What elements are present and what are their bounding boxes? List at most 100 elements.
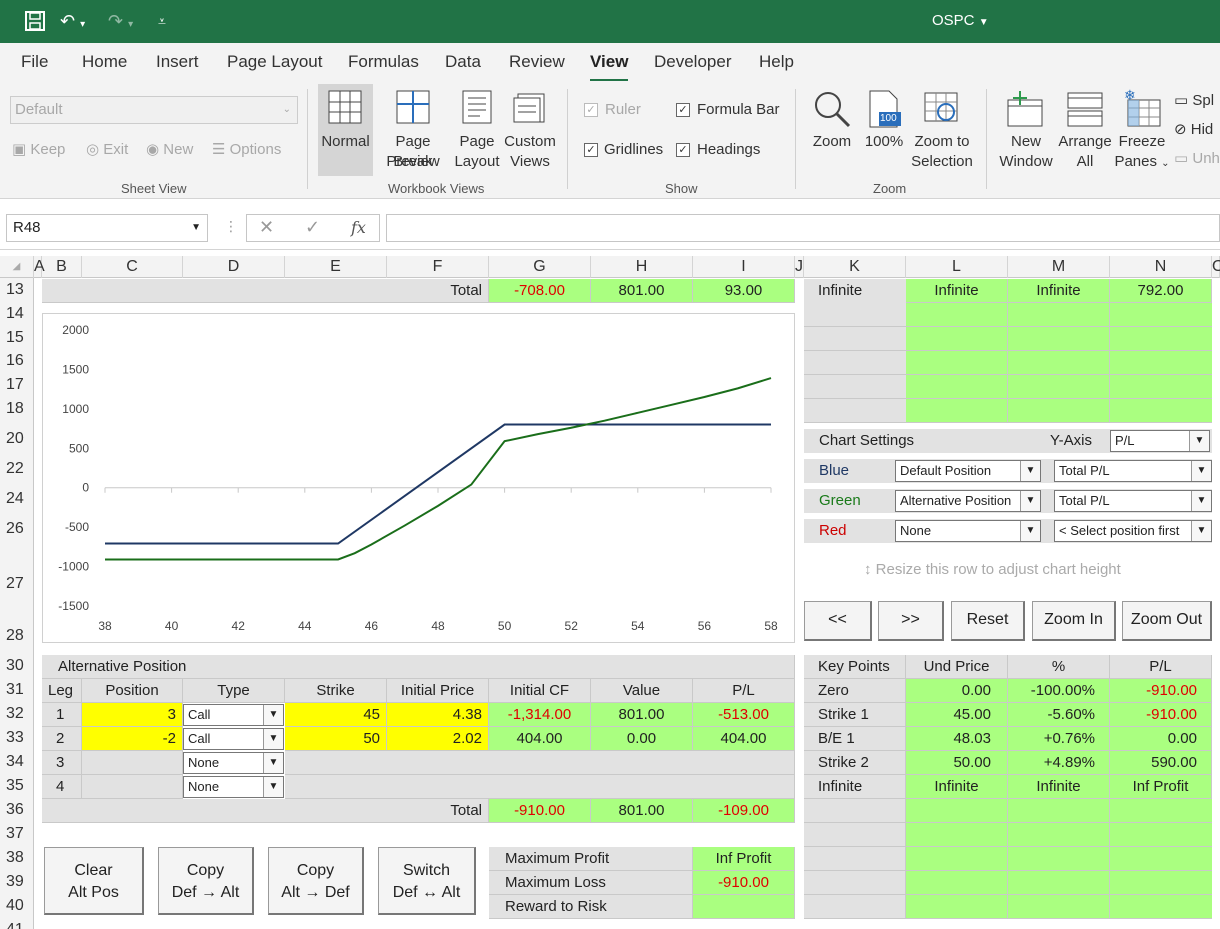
row-header[interactable]: 38 <box>0 849 34 867</box>
tab-data[interactable]: Data <box>445 52 481 72</box>
right-top-m[interactable]: Infinite <box>1008 279 1110 303</box>
zoom-right-button[interactable]: >> <box>878 601 944 641</box>
row-header[interactable]: 28 <box>0 627 34 645</box>
row-header[interactable]: 16 <box>0 352 34 370</box>
top-total-h[interactable]: 801.00 <box>591 279 693 303</box>
enter-icon[interactable]: ✓ <box>305 217 320 238</box>
leg-2-strike[interactable]: 50 <box>285 727 387 751</box>
tab-view[interactable]: View <box>590 52 629 82</box>
row-header[interactable]: 17 <box>0 376 34 394</box>
row-header[interactable]: 20 <box>0 430 34 448</box>
custom-views-button[interactable]: Custom Views <box>502 84 558 176</box>
formula-input[interactable] <box>386 214 1220 242</box>
redo-icon[interactable]: ↷ ▾ <box>108 10 133 36</box>
tab-file[interactable]: File <box>21 52 48 72</box>
options-button[interactable]: ☰ Options <box>212 140 281 160</box>
leg-3-position[interactable] <box>82 751 183 775</box>
col-header[interactable]: M <box>1008 256 1110 278</box>
ruler-checkbox[interactable]: ✓ <box>584 103 598 117</box>
col-header[interactable]: D <box>183 256 285 278</box>
row-header[interactable]: 13 <box>0 281 34 299</box>
col-header[interactable]: F <box>387 256 489 278</box>
col-header[interactable]: N <box>1110 256 1212 278</box>
gridlines-checkbox[interactable]: ✓ <box>584 143 598 157</box>
right-top-l[interactable]: Infinite <box>906 279 1008 303</box>
col-header[interactable]: B <box>42 256 82 278</box>
row-header[interactable]: 41 <box>0 921 34 929</box>
tab-page-layout[interactable]: Page Layout <box>227 52 322 72</box>
row-header[interactable]: 24 <box>0 490 34 508</box>
arrange-all-button[interactable]: Arrange All <box>1056 84 1114 176</box>
save-icon[interactable] <box>24 10 46 37</box>
row-header[interactable]: 35 <box>0 777 34 795</box>
row-header[interactable]: 33 <box>0 729 34 747</box>
hide-button[interactable]: ⊘ Hid <box>1174 120 1213 140</box>
leg-3-type-dropdown[interactable]: None ▼ <box>183 752 284 774</box>
leg-1-strike[interactable]: 45 <box>285 703 387 727</box>
leg-1-type-dropdown[interactable]: Call ▼ <box>183 704 284 726</box>
row-header[interactable]: 40 <box>0 897 34 915</box>
green-value-dropdown[interactable]: Total P/L ▼ <box>1054 490 1212 512</box>
top-total-i[interactable]: 93.00 <box>693 279 795 303</box>
leg-1-price[interactable]: 4.38 <box>387 703 489 727</box>
zoom-to-selection-button[interactable]: Zoom to Selection <box>908 84 976 176</box>
zoom-button[interactable]: Zoom <box>806 84 858 176</box>
row-header[interactable]: 18 <box>0 400 34 418</box>
blue-value-dropdown[interactable]: Total P/L ▼ <box>1054 460 1212 482</box>
col-header[interactable]: L <box>906 256 1008 278</box>
new-view-button[interactable]: ◉ New <box>146 140 193 160</box>
tab-insert[interactable]: Insert <box>156 52 199 72</box>
reset-button[interactable]: Reset <box>951 601 1025 641</box>
red-value-dropdown[interactable]: < Select position first ▼ <box>1054 520 1212 542</box>
leg-2-position[interactable]: -2 <box>82 727 183 751</box>
zoom-100-button[interactable]: 100 100% <box>862 84 906 176</box>
col-header[interactable]: G <box>489 256 591 278</box>
freeze-panes-button[interactable]: ❄ Freeze Panes ⌄ <box>1114 84 1170 176</box>
col-header[interactable]: C <box>82 256 183 278</box>
row-header[interactable]: 22 <box>0 460 34 478</box>
leg-1-position[interactable]: 3 <box>82 703 183 727</box>
name-box[interactable]: R48 ▼ <box>6 214 208 242</box>
unhide-button[interactable]: ▭ Unh <box>1174 149 1220 169</box>
red-position-dropdown[interactable]: None ▼ <box>895 520 1041 542</box>
col-header[interactable]: E <box>285 256 387 278</box>
col-header[interactable]: H <box>591 256 693 278</box>
yaxis-dropdown[interactable]: P/L ▼ <box>1110 430 1210 452</box>
cancel-icon[interactable]: ✕ <box>259 217 274 238</box>
tab-help[interactable]: Help <box>759 52 794 72</box>
leg-4-position[interactable] <box>82 775 183 799</box>
col-header[interactable]: O <box>1212 256 1220 278</box>
split-button[interactable]: ▭ Spl <box>1174 91 1214 111</box>
leg-2-price[interactable]: 2.02 <box>387 727 489 751</box>
keep-button[interactable]: ▣ Keep <box>12 140 65 160</box>
customize-toolbar-icon[interactable]: ⩡ <box>158 10 166 32</box>
col-header[interactable]: A <box>34 256 45 278</box>
tab-developer[interactable]: Developer <box>654 52 732 72</box>
switch-def-alt-button[interactable]: Switch Def ↔ Alt <box>378 847 476 915</box>
right-top-n[interactable]: 792.00 <box>1110 279 1212 303</box>
page-break-preview-button[interactable]: Page Break Preview <box>374 84 452 176</box>
tab-review[interactable]: Review <box>509 52 565 72</box>
function-icon[interactable]: fx <box>351 218 366 237</box>
row-header[interactable]: 14 <box>0 305 34 323</box>
row-header[interactable]: 15 <box>0 329 34 347</box>
col-header[interactable]: J <box>795 256 804 278</box>
row-header[interactable]: 32 <box>0 705 34 723</box>
page-layout-button[interactable]: Page Layout <box>452 84 502 176</box>
row-header[interactable]: 31 <box>0 681 34 699</box>
zoom-left-button[interactable]: << <box>804 601 872 641</box>
row-header[interactable]: 34 <box>0 753 34 771</box>
col-header[interactable]: I <box>693 256 795 278</box>
row-header[interactable]: 26 <box>0 520 34 538</box>
sheet-view-dropdown[interactable]: Default ⌄ <box>10 96 298 124</box>
undo-icon[interactable]: ↶ ▾ <box>60 10 85 36</box>
blue-position-dropdown[interactable]: Default Position ▼ <box>895 460 1041 482</box>
new-window-button[interactable]: New Window <box>996 84 1056 176</box>
normal-view-button[interactable]: Normal <box>318 84 373 176</box>
row-header[interactable]: 27 <box>0 575 34 593</box>
headings-checkbox[interactable]: ✓ <box>676 143 690 157</box>
clear-alt-pos-button[interactable]: Clear Alt Pos <box>44 847 144 915</box>
zoom-in-button[interactable]: Zoom In <box>1032 601 1116 641</box>
file-title[interactable]: OSPC ▼ <box>932 10 989 34</box>
copy-alt-to-def-button[interactable]: Copy Alt → Def <box>268 847 364 915</box>
